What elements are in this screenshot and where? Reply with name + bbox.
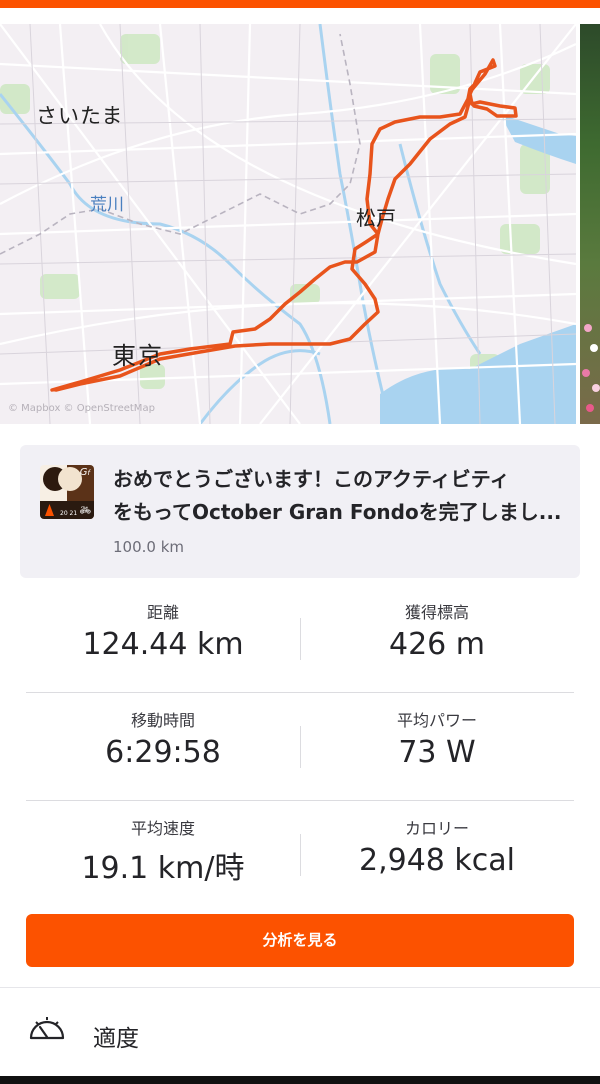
stat-value: 6:29:58 <box>105 735 221 770</box>
stat-label: 獲得標高 <box>404 603 469 622</box>
relative-effort-row[interactable]: 適度 <box>0 988 600 1076</box>
view-analysis-button[interactable]: 分析を見る <box>26 914 574 967</box>
stat-value: 2,948 kcal <box>358 843 515 878</box>
bike-icon: 🚲︎ <box>79 506 91 516</box>
stats-row: 平均速度 19.1 km/時 カロリー 2,948 kcal <box>26 801 574 908</box>
achievement-line-2: をもってOctober Gran Fondoを完了しまし... <box>113 500 562 524</box>
gran-fondo-badge: Gf 20 21 🚲︎ <box>40 465 94 519</box>
relative-effort-label: 適度 <box>93 1026 139 1052</box>
stat-elevation: 獲得標高 426 m <box>300 585 574 692</box>
stat-avg-speed: 平均速度 19.1 km/時 <box>26 801 300 908</box>
stat-label: 距離 <box>146 603 179 622</box>
stat-value: 19.1 km/時 <box>81 851 245 886</box>
map-label-arakawa: 荒川 <box>90 195 124 215</box>
stat-label: 移動時間 <box>130 711 195 730</box>
achievement-line-1: おめでとうございます！このアクティビティ <box>113 467 510 491</box>
achievement-distance: 100.0 km <box>113 538 185 556</box>
gauge-icon <box>29 1017 65 1040</box>
achievement-message: おめでとうございます！このアクティビティ をもってOctober Gran Fo… <box>113 463 563 529</box>
badge-year: 20 21 <box>60 510 78 517</box>
map-label-tokyo: 東京 <box>112 342 164 370</box>
stat-label: 平均パワー <box>396 711 477 730</box>
stat-calories: カロリー 2,948 kcal <box>300 801 574 908</box>
stat-value: 73 W <box>398 735 476 770</box>
stat-value: 426 m <box>388 627 486 662</box>
top-accent-bar <box>0 0 600 8</box>
stats-grid: 距離 124.44 km 獲得標高 426 m 移動時間 6:29:58 平均パ… <box>26 585 574 908</box>
map-canvas <box>0 24 576 424</box>
stat-value: 124.44 km <box>82 627 244 662</box>
bottom-edge <box>0 1076 600 1084</box>
map-label-matsudo: 松戸 <box>356 206 396 230</box>
map-label-saitama: さいたま <box>36 104 124 128</box>
stat-distance: 距離 124.44 km <box>26 585 300 692</box>
stats-row: 距離 124.44 km 獲得標高 426 m <box>26 585 574 693</box>
route-map[interactable]: さいたま 荒川 松戸 東京 © Mapbox © OpenStreetMap <box>0 24 576 424</box>
stats-row: 移動時間 6:29:58 平均パワー 73 W <box>26 693 574 801</box>
map-attribution: © Mapbox © OpenStreetMap <box>8 403 155 414</box>
stat-moving-time: 移動時間 6:29:58 <box>26 693 300 800</box>
stat-label: 平均速度 <box>130 819 195 838</box>
stat-label: カロリー <box>404 819 469 838</box>
stat-avg-power: 平均パワー 73 W <box>300 693 574 800</box>
achievement-card[interactable]: Gf 20 21 🚲︎ おめでとうございます！このアクティビティ をもってOct… <box>20 445 580 578</box>
activity-photo-thumbnail[interactable] <box>580 24 600 424</box>
